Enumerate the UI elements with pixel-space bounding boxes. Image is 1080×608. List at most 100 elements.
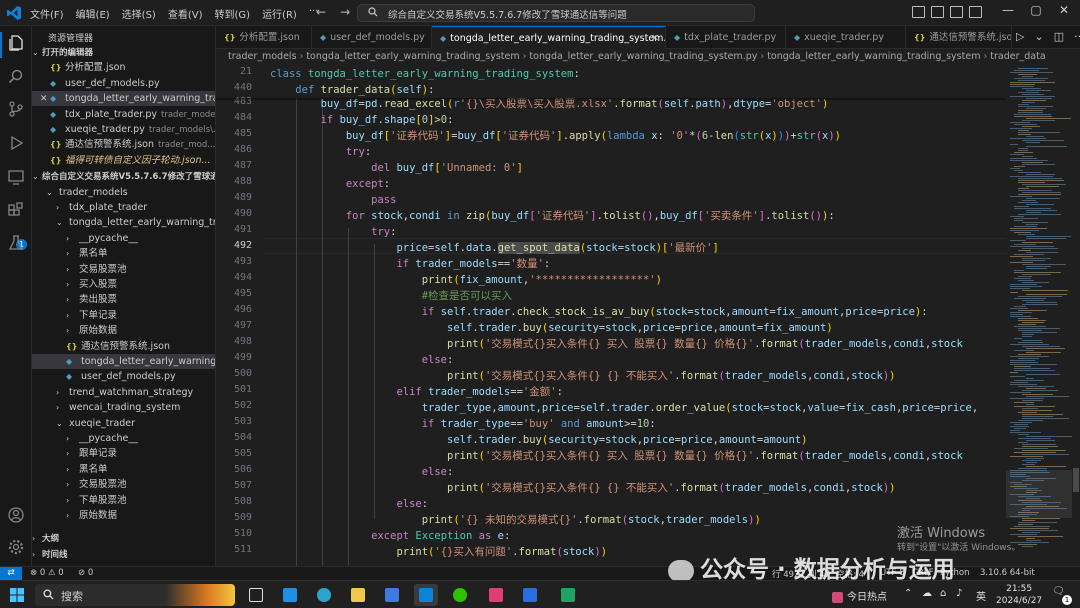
editor-tab[interactable]: ◆ xueqie_trader.py [786,26,906,49]
volume-tray-icon[interactable]: ♪ [956,588,962,599]
cursor-position[interactable]: 行 492，列 47 [772,568,830,580]
run-python-file-icon[interactable]: ▷ [1016,30,1024,43]
command-center-search[interactable]: 综合自定义交易系统V5.5.7.6.7修改了雪球通达信等问题 [357,4,755,22]
run-debug-icon[interactable] [7,134,25,152]
testing-icon[interactable] [7,234,25,252]
menu-item[interactable]: 查看(V) [168,6,203,21]
minimap[interactable] [1006,66,1072,566]
encoding[interactable]: UTF-8 [880,568,905,578]
mail-icon[interactable] [278,584,302,606]
breadcrumb-item[interactable]: trader_data [990,51,1045,62]
remote-indicator-icon[interactable]: ⇄ [0,567,22,581]
tree-item[interactable]: › 交易股票池 [32,262,215,277]
scrollbar-thumb[interactable] [1073,468,1079,492]
menu-item[interactable]: 文件(F) [30,6,64,21]
customize-layout-icon[interactable] [969,6,982,18]
tree-item[interactable]: › 跟单记录 [32,446,215,461]
tree-item[interactable]: › __pycache__ [32,431,215,446]
tree-item[interactable]: › trend_watchman_strategy [32,385,215,400]
end-of-line[interactable]: CRLF [912,568,933,578]
python-interpreter[interactable]: 3.10.6 64-bit [980,568,1035,578]
app-m-icon[interactable] [518,584,542,606]
close-icon[interactable]: ✕ [40,92,50,106]
remote-explorer-icon[interactable] [7,168,25,186]
tree-item[interactable]: › 黑名单 [32,246,215,261]
windows-start-icon[interactable] [10,588,24,602]
language-mode[interactable]: Python [940,568,969,578]
task-view-icon[interactable] [244,584,268,606]
tree-item[interactable]: › wencai_trading_system [32,400,215,415]
explorer-icon[interactable] [7,34,25,52]
timeline-header[interactable]: › 时间线 [32,547,215,562]
tree-item[interactable]: › 下单记录 [32,308,215,323]
manage-gear-icon[interactable] [7,538,25,556]
close-tab-icon[interactable]: ✕ [651,27,659,49]
tree-item[interactable]: › 卖出股票 [32,292,215,307]
extensions-icon[interactable] [7,202,25,220]
weather-tray-icon[interactable]: ☁ [922,588,932,599]
search-icon[interactable] [7,68,25,86]
tree-item[interactable]: ◆ user_def_models.py [32,369,215,384]
menu-item[interactable]: 运行(R) [262,6,297,21]
open-editors-header[interactable]: ⌄ 打开的编辑器 [32,45,215,60]
run-dropdown-icon[interactable]: ⌄ [1034,30,1043,43]
maximize-icon[interactable]: ▢ [1022,3,1050,17]
editor-tab[interactable]: ◆ tongda_letter_early_warning_trading_sys… [432,26,666,49]
breadcrumb-item[interactable]: tongda_letter_early_warning_trading_syst… [767,51,980,62]
app-pink-icon[interactable] [484,584,508,606]
editor-tab[interactable]: ◆ user_def_models.py [312,26,432,49]
toggle-panel-icon[interactable] [931,6,944,18]
file-explorer-icon[interactable] [346,584,370,606]
editor-tab[interactable]: {} 分析配置.json [216,26,312,49]
tree-item[interactable]: ⌄ trader_models [32,185,215,200]
menu-item[interactable]: 转到(G) [215,6,251,21]
tree-item[interactable]: › 黑名单 [32,462,215,477]
close-window-icon[interactable]: ✕ [1050,3,1078,17]
open-editor-item[interactable]: ◆ user_def_models.py [32,76,215,91]
open-editor-item[interactable]: {} 通达信预警系统.json trader_mod... [32,137,215,152]
tree-item[interactable]: › tdx_plate_trader [32,200,215,215]
open-editor-item[interactable]: ✕ ◆ tongda_letter_early_warning_tra... [32,91,215,107]
outline-header[interactable]: › 大纲 [32,531,215,546]
taskbar-search[interactable]: 搜索 [35,584,235,606]
source-control-icon[interactable] [7,100,25,118]
wechat-taskbar-icon[interactable] [448,584,472,606]
code-area[interactable]: class tongda_letter_early_warning_tradin… [270,66,1006,566]
breadcrumb-item[interactable]: trader_models [228,51,297,62]
tree-item[interactable]: › 原始数据 [32,508,215,523]
tree-item[interactable]: ⌄ xueqie_trader [32,416,215,431]
ports-indicator[interactable]: ⊘ 0 [78,568,93,578]
tree-item[interactable]: › 交易股票池 [32,477,215,492]
menu-item[interactable]: 选择(S) [122,6,156,21]
breadcrumb-item[interactable]: tongda_letter_early_warning_trading_syst… [529,51,757,62]
tray-chevron-icon[interactable]: ⌃ [904,588,912,599]
tree-item[interactable]: › 原始数据 [32,323,215,338]
network-tray-icon[interactable]: ⌂ [940,588,946,599]
menu-item[interactable]: 编辑(E) [76,6,110,21]
tree-item[interactable]: › 下单股票池 [32,493,215,508]
code-editor[interactable]: 21 440 483 484 485 486 487 488 489 490 491 492 493… [216,66,1006,566]
vscode-taskbar-icon[interactable] [414,584,438,606]
editor-tab[interactable]: {} 通达信预警系统.json [906,26,1012,49]
open-editor-item[interactable]: ◆ tdx_plate_trader.pytrader_model... [32,107,215,122]
hot-topic-widget[interactable]: 今日热点 [832,588,887,603]
input-method[interactable]: 英 [976,588,986,603]
breadcrumb-item[interactable]: tongda_letter_early_warning_trading_syst… [306,51,519,62]
tree-item[interactable]: ◆ tongda_letter_early_warning_tradi... [32,354,215,369]
tree-item[interactable]: {} 通达信预警系统.json [32,339,215,354]
split-editor-icon[interactable]: ◫ [1054,30,1064,43]
open-editor-item[interactable]: {} 分析配置.json [32,60,215,75]
taskbar-clock[interactable]: 21:55 2024/6/27 [996,583,1042,607]
open-editor-item[interactable]: {} 福得可转债自定义因子轮动.json... [32,153,215,168]
toggle-primary-sidebar-icon[interactable] [912,6,925,18]
account-icon[interactable] [7,506,25,524]
toggle-secondary-sidebar-icon[interactable] [950,6,963,18]
edge-browser-icon[interactable] [312,584,336,606]
tree-item[interactable]: ⌄ tongda_letter_early_warning_tradin... [32,215,215,230]
store-icon[interactable] [380,584,404,606]
more-actions-icon[interactable]: ··· [1074,30,1080,43]
editor-tab[interactable]: ◆ tdx_plate_trader.py [666,26,786,49]
back-arrow-icon[interactable]: ← [316,5,326,19]
indentation[interactable]: 空格: 4 [836,568,864,580]
problems-indicator[interactable]: ⊗ 0 ⚠ 0 [30,568,64,578]
